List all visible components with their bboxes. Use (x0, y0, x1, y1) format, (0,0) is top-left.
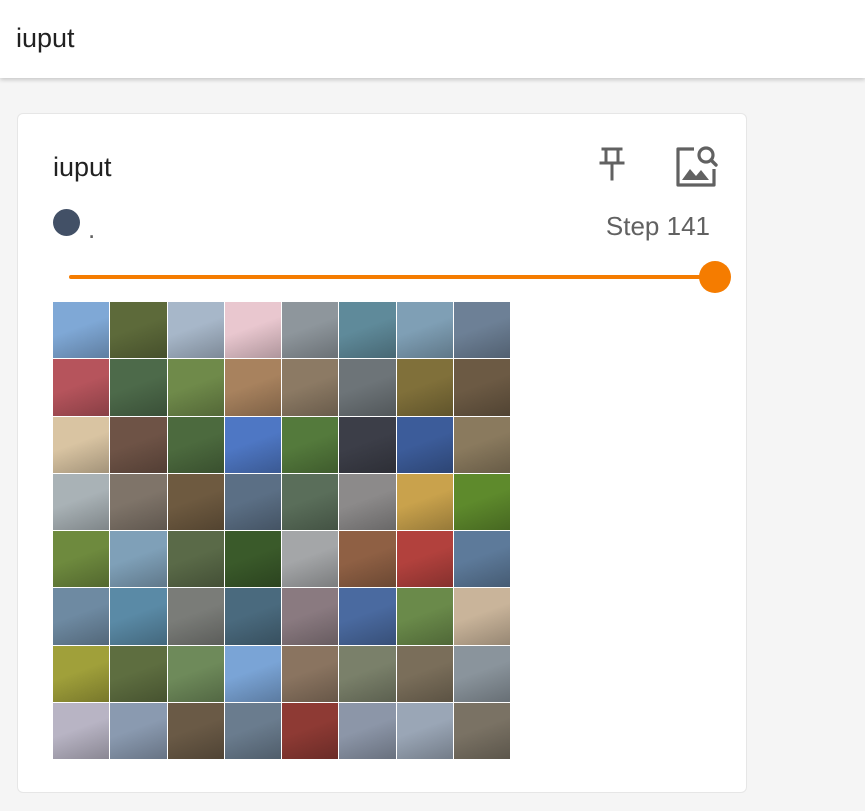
image-tile (339, 359, 396, 416)
pin-button[interactable] (588, 142, 636, 190)
slider-track[interactable] (69, 275, 715, 279)
image-tile (53, 588, 110, 645)
image-tile (282, 416, 339, 473)
image-tile (110, 473, 167, 530)
image-tile (282, 645, 339, 702)
image-tile (53, 702, 110, 759)
image-tile (453, 588, 510, 645)
image-tile (282, 588, 339, 645)
image-tile (396, 531, 453, 588)
image-tile (224, 359, 281, 416)
image-tile (339, 588, 396, 645)
image-tile (282, 702, 339, 759)
image-tile (282, 359, 339, 416)
image-tile (339, 473, 396, 530)
run-name: . (88, 214, 96, 244)
image-search-button[interactable] (672, 144, 720, 192)
image-tile (396, 473, 453, 530)
top-app-bar: iuput (0, 0, 865, 78)
image-tile (282, 473, 339, 530)
image-tile (110, 702, 167, 759)
image-tile (224, 645, 281, 702)
image-tile (224, 531, 281, 588)
image-tile (453, 416, 510, 473)
image-tile (339, 531, 396, 588)
image-tile (167, 302, 224, 359)
image-tile (224, 473, 281, 530)
image-tile (224, 302, 281, 359)
image-tile (282, 302, 339, 359)
image-tile (110, 588, 167, 645)
pin-icon (597, 146, 627, 187)
image-tile (339, 645, 396, 702)
image-tile (53, 473, 110, 530)
image-tile (167, 645, 224, 702)
image-tile (167, 473, 224, 530)
image-tile (110, 359, 167, 416)
image-tile (167, 359, 224, 416)
image-tile (53, 302, 110, 359)
image-tile (396, 416, 453, 473)
image-tile (453, 302, 510, 359)
image-tile (224, 416, 281, 473)
image-tile (167, 702, 224, 759)
image-tile (453, 473, 510, 530)
image-tile (110, 531, 167, 588)
page-title: iuput (16, 23, 75, 53)
image-tile (339, 702, 396, 759)
image-tile (453, 645, 510, 702)
image-tile (453, 359, 510, 416)
image-tile (396, 588, 453, 645)
image-tile (396, 645, 453, 702)
image-tile (53, 531, 110, 588)
image-tile (339, 416, 396, 473)
image-tile (110, 302, 167, 359)
image-tile (396, 359, 453, 416)
image-sample-grid (53, 302, 510, 759)
image-tile (110, 416, 167, 473)
image-tile (53, 645, 110, 702)
image-tile (453, 531, 510, 588)
image-tile (453, 702, 510, 759)
step-slider[interactable] (69, 261, 731, 297)
image-card: iuput . Step 141 (17, 113, 747, 793)
run-color-dot (53, 209, 80, 236)
image-tile (339, 302, 396, 359)
image-tile (53, 359, 110, 416)
image-tile (224, 588, 281, 645)
image-tile (396, 702, 453, 759)
image-tile (167, 416, 224, 473)
image-tile (224, 702, 281, 759)
step-label: Step 141 (605, 211, 710, 241)
image-tile (53, 416, 110, 473)
image-tile (167, 531, 224, 588)
slider-thumb[interactable] (699, 261, 731, 293)
card-title: iuput (53, 152, 112, 182)
image-tile (110, 645, 167, 702)
image-search-icon (673, 143, 719, 194)
image-tile (396, 302, 453, 359)
image-tile (282, 531, 339, 588)
image-tile (167, 588, 224, 645)
